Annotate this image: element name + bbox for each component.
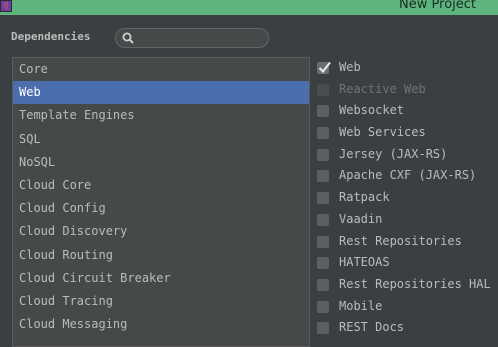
dependency-mobile[interactable]: Mobile <box>312 296 498 318</box>
dependency-checkbox[interactable] <box>317 257 329 270</box>
dependency-label: Apache CXF (JAX-RS) <box>339 168 477 183</box>
dependency-checkbox[interactable] <box>317 213 329 226</box>
category-item-template-engines[interactable]: Template Engines <box>13 104 309 127</box>
dependency-checkbox[interactable] <box>317 148 329 161</box>
category-item-cloud-core[interactable]: Cloud Core <box>13 174 309 197</box>
category-item-sql[interactable]: SQL <box>13 128 309 151</box>
category-item-nosql[interactable]: NoSQL <box>13 151 309 174</box>
category-item-cloud-config[interactable]: Cloud Config <box>13 197 309 220</box>
dependency-checkbox[interactable] <box>317 105 329 118</box>
dependency-label: Web <box>339 60 361 74</box>
dependency-label: Web Services <box>339 125 426 140</box>
app-icon: IJ <box>0 0 12 12</box>
dependency-jersey-jax-rs[interactable]: Jersey (JAX-RS) <box>312 144 498 166</box>
dependency-checkbox[interactable] <box>317 278 329 291</box>
dependency-label: Mobile <box>339 298 383 313</box>
dependency-hateoas[interactable]: HATEOAS <box>312 252 498 274</box>
search-input[interactable] <box>140 30 262 46</box>
dependency-checkbox[interactable] <box>317 61 331 74</box>
dependency-label: Reactive Web <box>339 81 426 96</box>
dependency-label: Websocket <box>339 103 405 118</box>
search-box[interactable] <box>115 28 269 48</box>
dependency-checkbox[interactable] <box>317 235 329 248</box>
dependencies-label: Dependencies <box>11 30 91 43</box>
dependency-label: Rest Repositories <box>339 233 462 248</box>
category-list[interactable]: Core Web Template Engines SQL NoSQL Cloud Cor… <box>12 57 310 347</box>
dependency-websocket[interactable]: Websocket <box>312 100 498 122</box>
category-item-cloud-routing[interactable]: Cloud Routing <box>13 244 309 267</box>
dependency-checkbox <box>317 83 329 96</box>
category-item-core[interactable]: Core <box>13 58 309 81</box>
category-item-cloud-messaging[interactable]: Cloud Messaging <box>13 313 309 336</box>
window-title: New Project <box>399 0 476 12</box>
dependency-label: Vaadin <box>339 211 383 226</box>
search-icon <box>122 32 134 44</box>
category-item-cloud-tracing[interactable]: Cloud Tracing <box>13 290 309 313</box>
dependency-label: Ratpack <box>339 190 390 205</box>
dependency-checkbox[interactable] <box>317 170 329 183</box>
dependency-checkbox[interactable] <box>317 127 329 140</box>
dependency-checkbox[interactable] <box>317 322 329 335</box>
dependency-web[interactable]: Web <box>312 57 498 79</box>
dependency-apache-cxf-jax-rs[interactable]: Apache CXF (JAX-RS) <box>312 165 498 187</box>
dependency-label: Jersey (JAX-RS) <box>339 146 448 161</box>
category-item-cloud-discovery[interactable]: Cloud Discovery <box>13 220 309 243</box>
dependency-rest-repositories-hal[interactable]: Rest Repositories HAL <box>312 274 498 296</box>
dependency-ratpack[interactable]: Ratpack <box>312 187 498 209</box>
dependency-reactive-web: Reactive Web <box>312 79 498 101</box>
title-bar[interactable]: IJ New Project <box>0 0 498 15</box>
dependency-rest-docs[interactable]: REST Docs <box>312 317 498 339</box>
dependency-checkbox[interactable] <box>317 192 329 205</box>
dependency-list[interactable]: Web Reactive Web Websocket Web Services Jers… <box>312 57 498 347</box>
dependency-web-services[interactable]: Web Services <box>312 122 498 144</box>
dependency-label: Rest Repositories HAL <box>339 276 491 291</box>
category-item-cloud-circuit-breaker[interactable]: Cloud Circuit Breaker <box>13 267 309 290</box>
dependency-vaadin[interactable]: Vaadin <box>312 209 498 231</box>
checkmark-icon <box>318 61 331 74</box>
dependency-checkbox[interactable] <box>317 300 329 313</box>
dependency-label: HATEOAS <box>339 255 390 270</box>
category-item-web[interactable]: Web <box>13 81 309 105</box>
dependency-rest-repositories[interactable]: Rest Repositories <box>312 231 498 253</box>
